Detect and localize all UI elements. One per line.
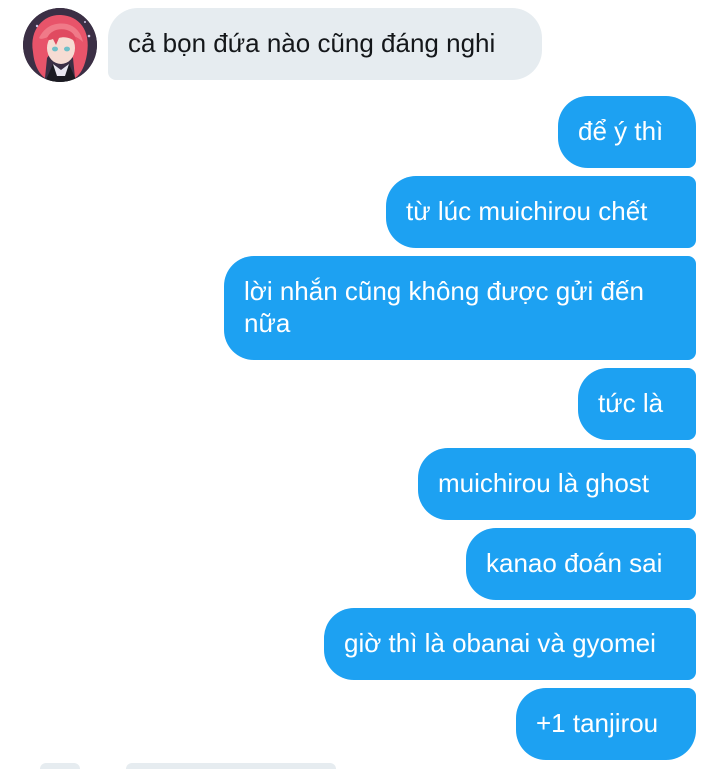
cropped-avatar-edge — [40, 763, 80, 769]
message-text: để ý thì — [578, 116, 664, 146]
outgoing-message[interactable]: kanao đoán sai — [466, 528, 696, 600]
outgoing-message[interactable]: giờ thì là obanai và gyomei — [324, 608, 696, 680]
message-text: kanao đoán sai — [486, 548, 663, 578]
outgoing-message[interactable]: +1 tanjirou — [516, 688, 696, 760]
message-text: tức là — [598, 388, 664, 418]
message-text: cả bọn đứa nào cũng đáng nghi — [128, 28, 496, 58]
conversation-view: cả bọn đứa nào cũng đáng nghi để ý thì t… — [0, 0, 720, 769]
incoming-message[interactable]: cả bọn đứa nào cũng đáng nghi — [108, 8, 542, 80]
outgoing-message[interactable]: để ý thì — [558, 96, 696, 168]
message-text: từ lúc muichirou chết — [406, 196, 648, 226]
avatar-image — [23, 8, 97, 82]
outgoing-message[interactable]: từ lúc muichirou chết — [386, 176, 696, 248]
sender-avatar[interactable] — [23, 8, 97, 82]
message-text: +1 tanjirou — [536, 708, 659, 738]
cropped-message-edge — [126, 763, 336, 769]
outgoing-message[interactable]: lời nhắn cũng không được gửi đến nữa — [224, 256, 696, 360]
message-text: muichirou là ghost — [438, 468, 649, 498]
outgoing-message[interactable]: muichirou là ghost — [418, 448, 696, 520]
message-text: lời nhắn cũng không được gửi đến nữa — [244, 276, 644, 338]
outgoing-message[interactable]: tức là — [578, 368, 696, 440]
message-text: giờ thì là obanai và gyomei — [344, 628, 656, 658]
